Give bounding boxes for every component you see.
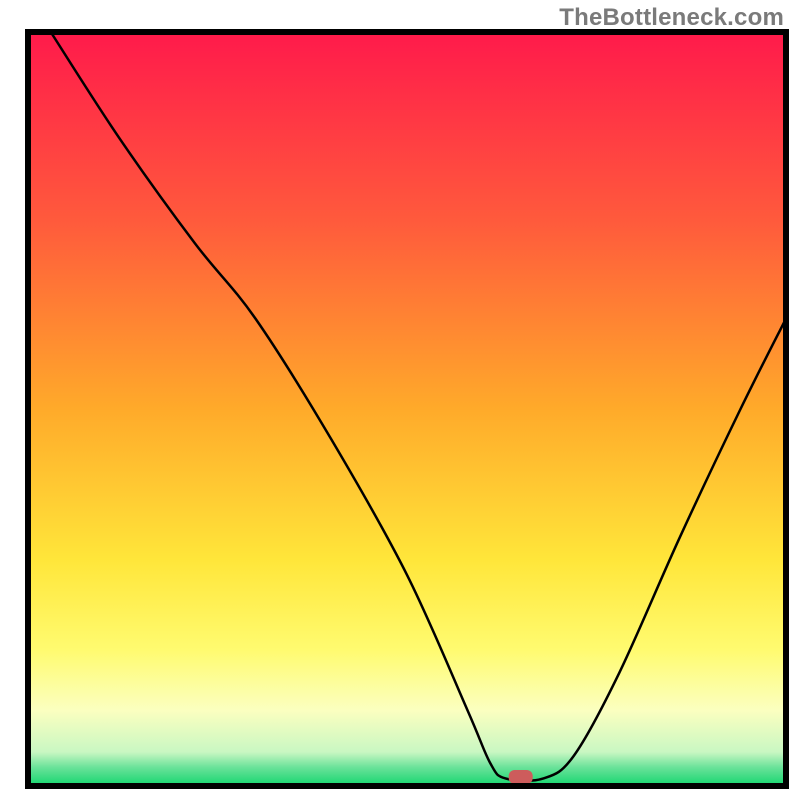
chart-container: TheBottleneck.com xyxy=(0,0,800,800)
plot-background xyxy=(28,32,786,786)
optimal-marker xyxy=(509,770,533,784)
bottleneck-chart xyxy=(0,0,800,800)
watermark-text: TheBottleneck.com xyxy=(559,4,784,32)
